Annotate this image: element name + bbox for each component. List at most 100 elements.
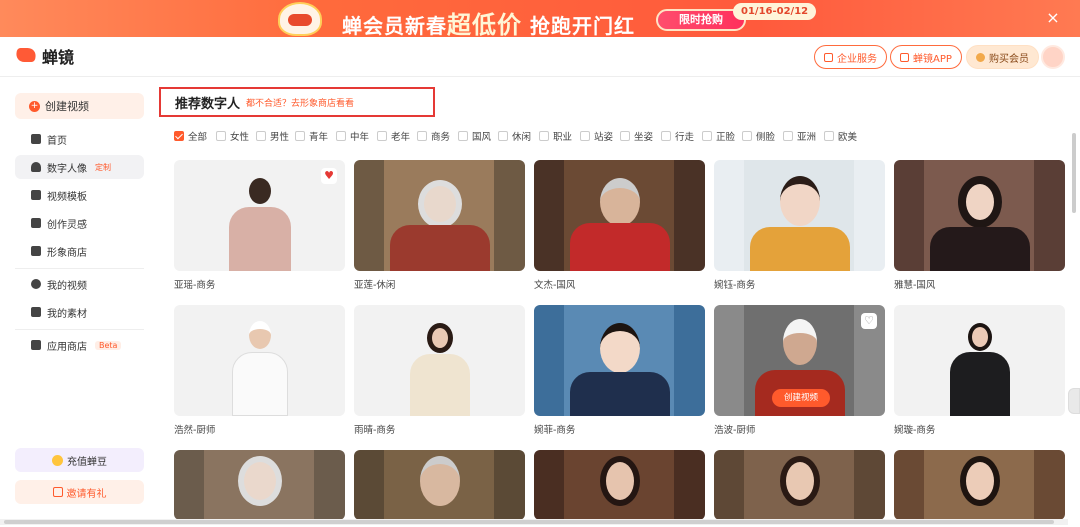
filter-standing[interactable]: 站姿 [580, 129, 613, 143]
filter-male[interactable]: 男性 [256, 129, 289, 143]
checkbox[interactable] [661, 131, 671, 141]
avatar-thumbnail[interactable] [174, 450, 345, 520]
app-download-button[interactable]: 蝉镜APP [890, 45, 962, 69]
sidebar-item-digital-human[interactable]: 数字人像 定制 [15, 155, 144, 179]
sidebar-item-my-videos[interactable]: 我的视频 [15, 272, 144, 296]
checkbox[interactable] [458, 131, 468, 141]
filter-chinese-style[interactable]: 国风 [458, 129, 491, 143]
checkbox[interactable] [824, 131, 834, 141]
avatar-card[interactable]: 雨晴-商务 [354, 305, 525, 436]
avatar-card[interactable] [174, 450, 345, 520]
avatar-thumbnail[interactable] [534, 450, 705, 520]
filter-all[interactable]: 全部 [174, 129, 207, 143]
sidebar-item-my-materials[interactable]: 我的素材 [15, 300, 144, 324]
filter-label: 欧美 [838, 132, 858, 143]
checkbox-checked[interactable] [174, 131, 184, 141]
checkbox[interactable] [539, 131, 549, 141]
checkbox[interactable] [580, 131, 590, 141]
checkbox[interactable] [702, 131, 712, 141]
avatar-thumbnail[interactable] [534, 305, 705, 416]
head [248, 321, 271, 349]
filter-side-face[interactable]: 侧脸 [742, 129, 775, 143]
avatar-card[interactable] [354, 450, 525, 520]
filter-sitting[interactable]: 坐姿 [620, 129, 653, 143]
avatar-card[interactable]: ♡ 创建视频 浩波-厨师 [714, 305, 885, 436]
avatar-card[interactable] [534, 450, 705, 520]
avatar-thumbnail[interactable] [354, 305, 525, 416]
checkbox[interactable] [498, 131, 508, 141]
sidebar-item-inspiration[interactable]: 创作灵感 [15, 211, 144, 235]
checkbox[interactable] [216, 131, 226, 141]
avatar-card[interactable]: 亚莲-休闲 [354, 160, 525, 291]
close-icon[interactable]: × [1044, 9, 1062, 27]
avatar-thumbnail[interactable]: ♡ 创建视频 [714, 305, 885, 416]
person-figure [400, 311, 480, 416]
sidebar-item-video-template[interactable]: 视频模板 [15, 183, 144, 207]
avatar-card[interactable] [894, 450, 1065, 520]
promo-prefix: 蝉会员新春 [342, 14, 447, 37]
favorite-heart-icon[interactable]: ♥ [321, 168, 337, 184]
create-video-button[interactable]: + 创建视频 [15, 93, 144, 119]
invite-gift-button[interactable]: 邀请有礼 [15, 480, 144, 504]
avatar-thumbnail[interactable] [714, 160, 885, 271]
filter-casual[interactable]: 休闲 [498, 129, 531, 143]
checkbox[interactable] [336, 131, 346, 141]
favorite-heart-outline-icon[interactable]: ♡ [861, 313, 877, 329]
avatar-thumbnail[interactable] [714, 450, 885, 520]
buy-vip-button[interactable]: 购买会员 [966, 45, 1039, 69]
checkbox[interactable] [742, 131, 752, 141]
create-video-overlay-button[interactable]: 创建视频 [772, 389, 830, 407]
sidebar-item-home[interactable]: 首页 [15, 127, 144, 151]
filter-business[interactable]: 商务 [417, 129, 450, 143]
vertical-scrollbar[interactable] [1072, 133, 1076, 213]
body [569, 372, 670, 416]
horizontal-scrollbar[interactable] [0, 519, 1068, 525]
person-figure [569, 311, 670, 416]
filter-female[interactable]: 女性 [216, 129, 249, 143]
enterprise-service-button[interactable]: 企业服务 [814, 45, 887, 69]
sidebar-item-avatar-store[interactable]: 形象商店 [15, 239, 144, 263]
filter-asia[interactable]: 亚洲 [783, 129, 816, 143]
recharge-beans-button[interactable]: 充值蝉豆 [15, 448, 144, 472]
filter-walking[interactable]: 行走 [661, 129, 694, 143]
filter-youth[interactable]: 青年 [295, 129, 328, 143]
checkbox[interactable] [295, 131, 305, 141]
coin-icon [52, 454, 63, 466]
avatar-card[interactable]: 文杰-国风 [534, 160, 705, 291]
sidebar-item-app-store[interactable]: 应用商店 Beta [15, 333, 144, 357]
avatar-thumbnail[interactable]: ♥ [174, 160, 345, 271]
avatar-card[interactable]: 雅慧-国风 [894, 160, 1065, 291]
filter-middle-aged[interactable]: 中年 [336, 129, 369, 143]
scrollbar-thumb[interactable] [4, 520, 1054, 524]
checkbox[interactable] [417, 131, 427, 141]
avatar-card[interactable]: 婉璇-商务 [894, 305, 1065, 436]
checkbox[interactable] [783, 131, 793, 141]
person-figure [575, 450, 665, 520]
avatar-thumbnail[interactable] [354, 450, 525, 520]
avatar-card[interactable]: ♥ 亚瑶-商务 [174, 160, 345, 291]
promo-banner[interactable]: 蝉会员新春超低价 抢跑开门红 限时抢购 01/16-02/12 × [0, 0, 1080, 37]
avatar[interactable] [1041, 45, 1065, 69]
plus-icon: + [29, 100, 40, 112]
filter-professional[interactable]: 职业 [539, 129, 572, 143]
go-to-store-link[interactable]: 都不合适？去形象商店看看 [246, 96, 354, 109]
checkbox[interactable] [256, 131, 266, 141]
body [929, 227, 1030, 271]
avatar-thumbnail[interactable] [174, 305, 345, 416]
filter-europe-america[interactable]: 欧美 [824, 129, 857, 143]
side-drawer-handle[interactable] [1068, 388, 1080, 414]
avatar-thumbnail[interactable] [894, 450, 1065, 520]
avatar-thumbnail[interactable] [894, 160, 1065, 271]
filter-senior[interactable]: 老年 [377, 129, 410, 143]
avatar-thumbnail[interactable] [354, 160, 525, 271]
avatar-card[interactable]: 婉钰-商务 [714, 160, 885, 291]
logo[interactable]: 蝉镜 [15, 44, 74, 68]
checkbox[interactable] [377, 131, 387, 141]
avatar-card[interactable] [714, 450, 885, 520]
filter-front-face[interactable]: 正脸 [702, 129, 735, 143]
avatar-card[interactable]: 婉菲-商务 [534, 305, 705, 436]
avatar-thumbnail[interactable] [894, 305, 1065, 416]
avatar-thumbnail[interactable] [534, 160, 705, 271]
avatar-card[interactable]: 浩然-厨师 [174, 305, 345, 436]
checkbox[interactable] [620, 131, 630, 141]
